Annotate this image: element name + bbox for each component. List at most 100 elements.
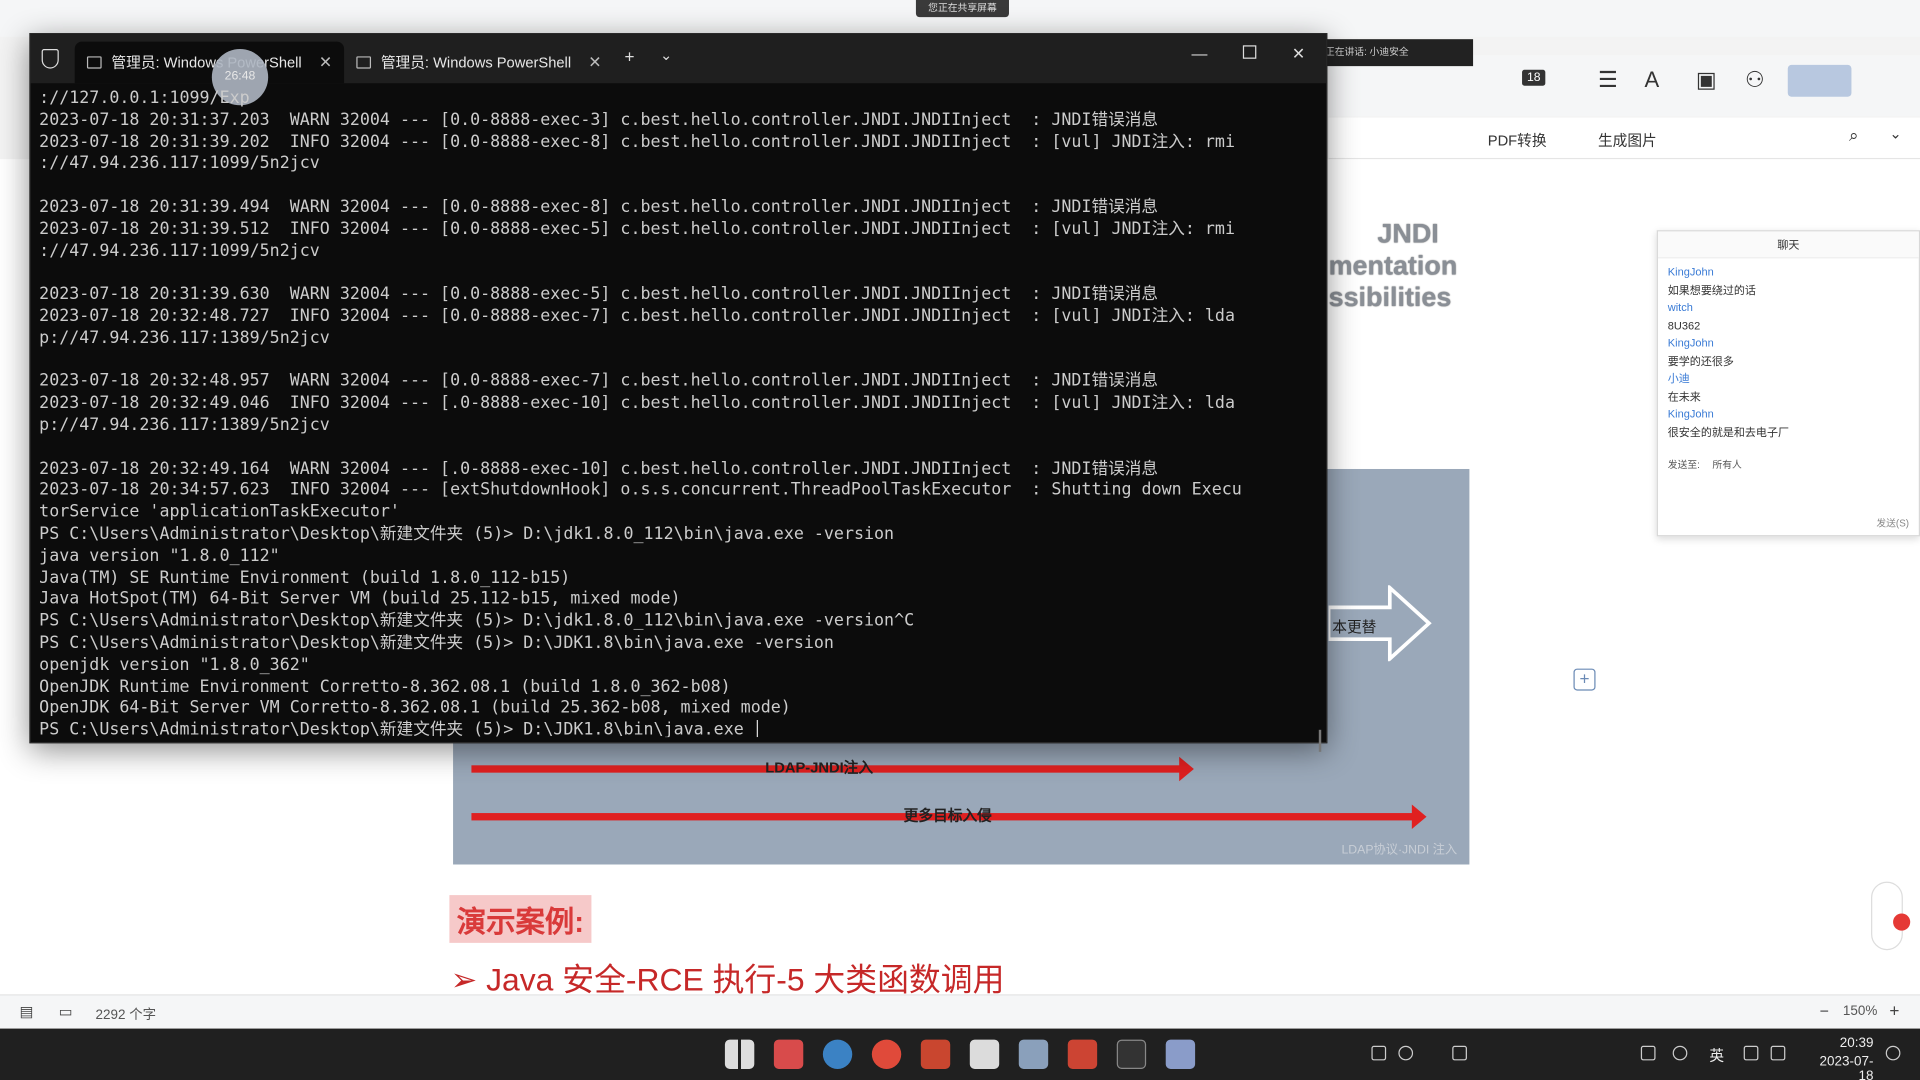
font-icon[interactable]: A: [1645, 67, 1660, 93]
menu-icon[interactable]: ☰: [1598, 67, 1618, 93]
share-button[interactable]: [1787, 64, 1852, 97]
doc-toolbar-secondary: PDF转换 生成图片 ⌕ ⌄: [1328, 117, 1920, 160]
terminal-line: p://47.94.236.117:1389/5n2jcv: [39, 327, 330, 348]
word-count[interactable]: 2292 个字: [96, 1004, 157, 1024]
display-icon[interactable]: [1743, 1045, 1759, 1061]
terminal-line: 2023-07-18 20:31:37.203 WARN 32004 --- […: [39, 109, 1159, 130]
close-icon[interactable]: ✕: [319, 53, 332, 71]
slide-heading-line: JNDI: [1377, 217, 1439, 249]
burp-icon[interactable]: [920, 1039, 951, 1069]
terminal-line: java version "1.8.0_112": [39, 545, 280, 566]
arrow-side-label: 本更替: [1332, 618, 1377, 636]
chat-message-text: 8U362: [1667, 318, 1701, 332]
maximize-icon[interactable]: [1242, 45, 1257, 59]
chat-sender: KingJohn: [1667, 336, 1714, 349]
chat-panel: 聊天 KingJohn 如果想要绕过的话 witch 8U362 KingJohn 要学的…: [1656, 230, 1920, 537]
terminal-line: 2023-07-18 20:31:39.202 INFO 32004 --- […: [39, 131, 1235, 152]
input-language[interactable]: 英: [1709, 1044, 1724, 1065]
volume-icon[interactable]: [1770, 1045, 1786, 1061]
zoom-in-icon[interactable]: +: [1889, 1000, 1899, 1020]
arrow-label: LDAP-JNDI注入: [765, 759, 874, 777]
outline-icon[interactable]: ▤: [20, 1003, 34, 1020]
slide-heading-line: mentation: [1328, 249, 1458, 281]
terminal-line: 2023-07-18 20:32:49.046 INFO 32004 --- […: [39, 393, 1235, 413]
terminal-window[interactable]: 管理员: Windows PowerShell ✕ 管理员: Windows Po…: [29, 33, 1328, 752]
chat-messages: KingJohn 如果想要绕过的话 witch 8U362 KingJohn 要学的还很多…: [1658, 258, 1919, 445]
present-icon[interactable]: ▣: [1696, 67, 1717, 93]
zoom-out-icon[interactable]: −: [1820, 1002, 1829, 1020]
terminal-line: 2023-07-18 20:31:39.630 WARN 32004 --- […: [39, 284, 1159, 304]
tab-powershell-1[interactable]: 管理员: Windows PowerShell ✕: [74, 41, 345, 84]
send-button[interactable]: 发送(S): [1876, 517, 1909, 530]
notification-badge: [1893, 913, 1911, 931]
shield-tray-icon[interactable]: [1452, 1045, 1467, 1061]
shield-icon: [41, 48, 59, 69]
add-comment-icon[interactable]: +: [1573, 668, 1596, 691]
terminal-output[interactable]: ://127.0.0.1:1099/Exp 2023-07-18 20:31:37…: [39, 88, 1316, 738]
chrome-icon[interactable]: [871, 1039, 902, 1069]
terminal-line: openjdk version "1.8.0_362": [39, 654, 310, 675]
screen-share-indicator[interactable]: 您正在共享屏幕: [915, 0, 1009, 18]
file-explorer-icon[interactable]: [773, 1039, 804, 1069]
terminal-line: PS C:\Users\Administrator\Desktop\新建文件夹 …: [39, 611, 915, 631]
chat-header: 聊天: [1657, 231, 1919, 259]
chat-sender: witch: [1667, 301, 1693, 314]
speaking-indicator: 正在讲话: 小迪安全: [1317, 39, 1474, 67]
clock-date[interactable]: 2023-07-18: [1805, 1054, 1874, 1080]
slide-heading-line: ssibilities: [1328, 281, 1452, 313]
terminal-line: 2023-07-18 20:32:48.957 WARN 32004 --- […: [39, 371, 1159, 392]
chat-sender: KingJohn: [1667, 407, 1714, 421]
app-badge-icon[interactable]: 18: [1522, 69, 1546, 86]
terminal-line: 2023-07-18 20:31:39.512 INFO 32004 --- […: [39, 218, 1235, 239]
chat-message-text: 在未来: [1667, 390, 1701, 403]
chat-sender: KingJohn: [1667, 265, 1714, 278]
terminal-line: 2023-07-18 20:34:57.623 INFO 32004 --- […: [39, 480, 1242, 501]
close-icon[interactable]: ✕: [588, 53, 601, 71]
tab-powershell-2[interactable]: 管理员: Windows PowerShell ✕: [344, 42, 614, 84]
network-icon[interactable]: [1640, 1045, 1656, 1061]
zoom-level[interactable]: 150%: [1843, 1004, 1877, 1019]
terminal-line: Java HotSpot(TM) 64-Bit Server VM (build…: [39, 589, 681, 609]
terminal-line: Java(TM) SE Runtime Environment (build 1…: [39, 567, 571, 588]
gen-image-button[interactable]: 生成图片: [1598, 130, 1657, 151]
chevron-down-icon[interactable]: ⌄: [1889, 125, 1901, 142]
app-icon[interactable]: [969, 1039, 1000, 1069]
mic-icon[interactable]: [1672, 1045, 1688, 1061]
terminal-line: 2023-07-18 20:32:49.164 WARN 32004 --- […: [39, 458, 1159, 479]
tray-icon[interactable]: [1371, 1045, 1387, 1061]
tray-icon[interactable]: [1398, 1045, 1414, 1061]
edge-icon[interactable]: [822, 1039, 853, 1069]
terminal-icon[interactable]: [1116, 1039, 1147, 1069]
user-icon[interactable]: ⚇: [1745, 67, 1765, 93]
pdf-convert-button[interactable]: PDF转换: [1488, 130, 1547, 151]
scrollbar[interactable]: [1318, 729, 1322, 752]
terminal-line: ://47.94.236.117:1099/5n2jcv: [39, 240, 320, 261]
photos-icon[interactable]: [1018, 1039, 1049, 1069]
chat-send-to[interactable]: 发送至: 所有人: [1668, 458, 1742, 471]
chat-sender: 小迪: [1667, 372, 1690, 385]
powershell-icon: [356, 56, 372, 69]
demo-title: 演示案例:: [449, 895, 592, 943]
tab-label: 管理员: Windows PowerShell: [380, 53, 572, 72]
clock-time[interactable]: 20:39: [1805, 1036, 1874, 1051]
send-to-select[interactable]: 所有人: [1712, 459, 1741, 470]
search-icon[interactable]: ⌕: [1849, 125, 1859, 146]
print-icon[interactable]: ▭: [59, 1003, 73, 1020]
screenshot-icon[interactable]: [1067, 1039, 1098, 1069]
send-to-label: 发送至:: [1667, 459, 1700, 471]
terminal-line: ://47.94.236.117:1099/5n2jcv: [39, 153, 320, 174]
slide-heading: JNDI mentation ssibilities: [1328, 217, 1458, 314]
notification-center-icon[interactable]: [1885, 1045, 1901, 1061]
close-window-icon[interactable]: ✕: [1292, 44, 1305, 64]
slide-caption: LDAP协议·JNDI 注入: [1341, 843, 1458, 858]
terminal-line: PS C:\Users\Administrator\Desktop\新建文件夹 …: [39, 632, 834, 653]
chevron-down-icon[interactable]: ⌄: [660, 47, 672, 64]
new-tab-icon[interactable]: +: [624, 47, 634, 67]
tab-label: 管理员: Windows PowerShell: [111, 53, 302, 72]
p-app-icon[interactable]: [1165, 1039, 1196, 1069]
minimize-icon[interactable]: —: [1191, 44, 1207, 62]
terminal-line: p://47.94.236.117:1389/5n2jcv: [39, 415, 330, 435]
start-icon[interactable]: [724, 1039, 755, 1069]
